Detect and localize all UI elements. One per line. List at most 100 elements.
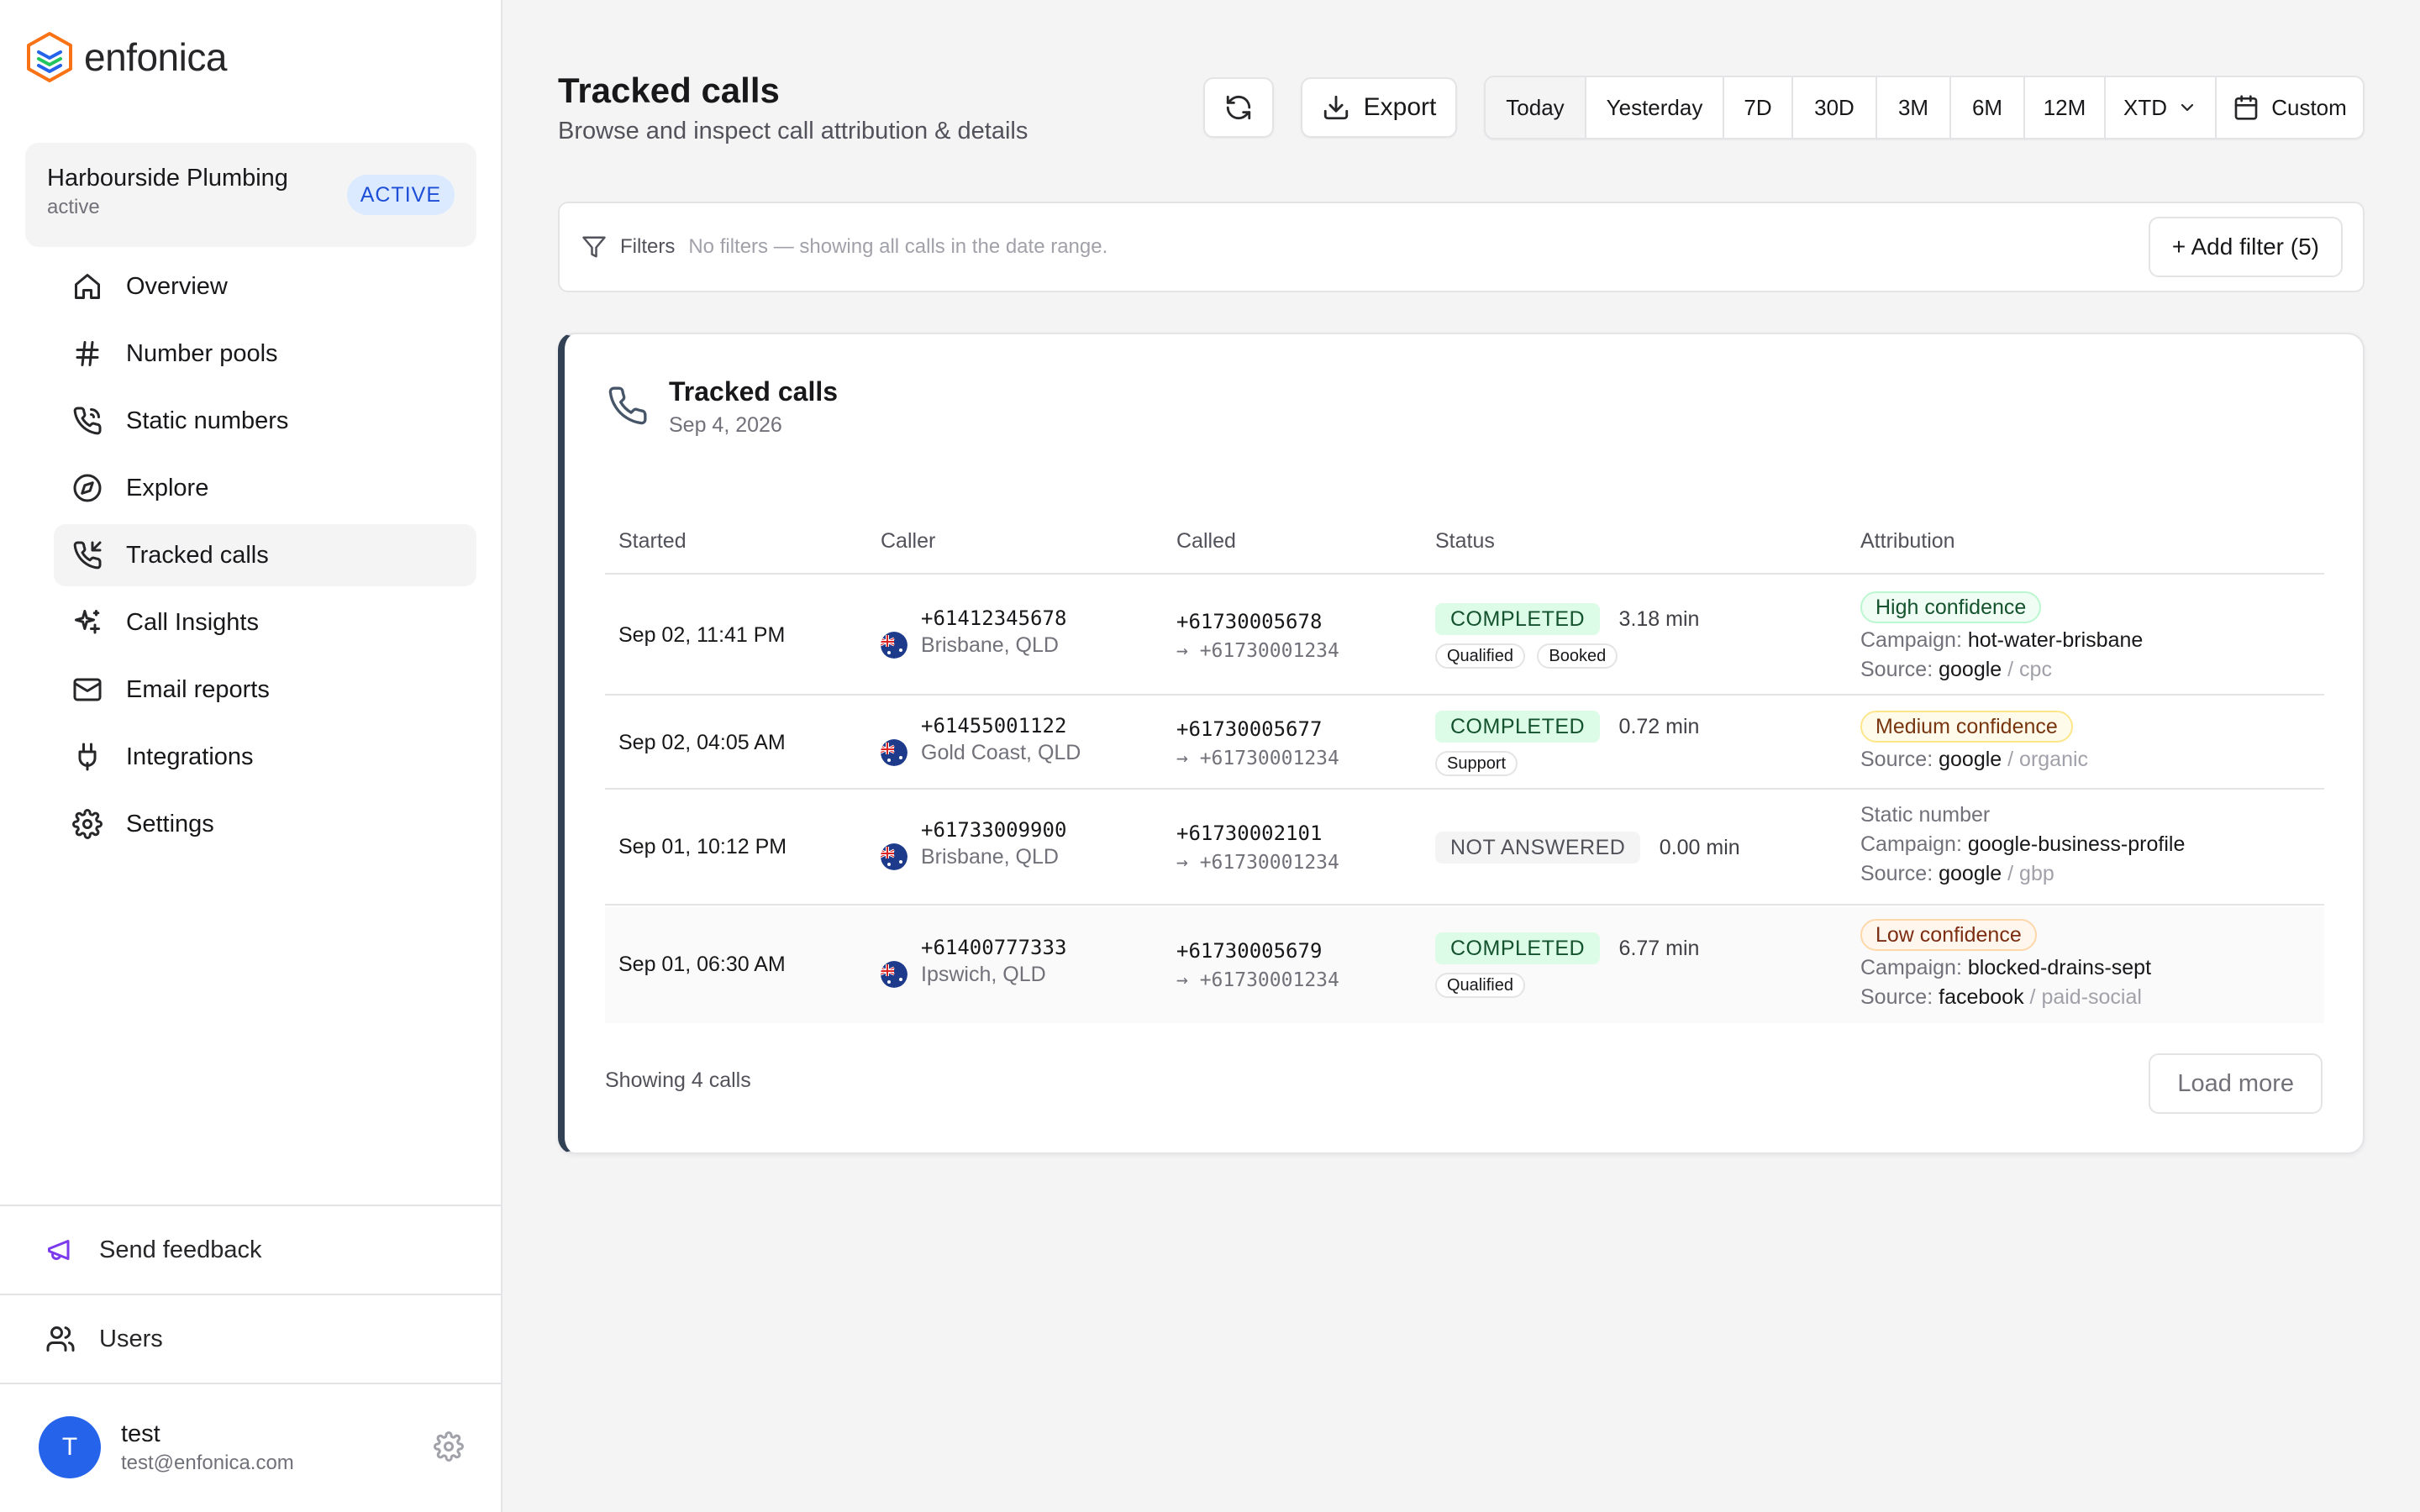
column-attribution[interactable]: Attribution bbox=[1860, 529, 1955, 554]
attribution-cell: Static number Campaign: google-business-… bbox=[1860, 803, 2185, 886]
table-row[interactable]: Sep 02, 11:41 PM +61412345678 Brisbane, … bbox=[605, 578, 2324, 696]
export-button[interactable]: Export bbox=[1301, 77, 1457, 138]
user-email: test@enfonica.com bbox=[121, 1451, 294, 1474]
nav-item-overview[interactable]: Overview bbox=[54, 255, 476, 318]
nav-label: Integrations bbox=[126, 743, 254, 770]
brand-logo[interactable]: enfonica bbox=[25, 30, 227, 84]
called-number: +61730002101 bbox=[1176, 822, 1323, 845]
load-more-button[interactable]: Load more bbox=[2149, 1053, 2323, 1114]
caller-number: +61455001122 bbox=[921, 714, 1067, 738]
call-duration: 0.72 min bbox=[1618, 715, 1700, 738]
brand-name: enfonica bbox=[84, 35, 227, 79]
range-6m[interactable]: 6M bbox=[1951, 77, 2025, 138]
table-row[interactable]: Sep 02, 04:05 AM +61455001122 Gold Coast… bbox=[605, 697, 2324, 790]
nav-item-number-pools[interactable]: Number pools bbox=[54, 323, 476, 385]
page-title: Tracked calls bbox=[558, 71, 780, 110]
status-badge: COMPLETED bbox=[1435, 603, 1601, 635]
user-settings-gear-icon[interactable] bbox=[434, 1431, 464, 1462]
download-icon bbox=[1323, 95, 1348, 120]
range-today[interactable]: Today bbox=[1486, 77, 1586, 138]
status-cell: NOT ANSWERED 0.00 min bbox=[1435, 832, 1740, 864]
nav-item-integrations[interactable]: Integrations bbox=[54, 726, 476, 788]
refresh-button[interactable] bbox=[1203, 77, 1274, 138]
table-header: Started Caller Called Status Attribution bbox=[605, 511, 2324, 575]
called-number: +61730005679 bbox=[1176, 939, 1323, 963]
medium-value: / cpc bbox=[2007, 658, 2052, 681]
caller-number: +61733009900 bbox=[921, 818, 1067, 842]
nav-item-explore[interactable]: Explore bbox=[54, 457, 476, 519]
called-cell: +61730005677 → +61730001234 bbox=[1176, 717, 1339, 769]
current-user: T test test@enfonica.com bbox=[0, 1383, 502, 1510]
attribution-cell: High confidence Campaign: hot-water-bris… bbox=[1860, 591, 2143, 682]
results-count: Showing 4 calls bbox=[605, 1068, 751, 1092]
nav-label: Overview bbox=[126, 272, 228, 300]
caller-number: +61400777333 bbox=[921, 936, 1067, 959]
send-feedback-button[interactable]: Send feedback bbox=[0, 1206, 502, 1294]
nav-item-static-numbers[interactable]: Static numbers bbox=[54, 390, 476, 452]
hash-icon bbox=[76, 341, 99, 366]
column-caller[interactable]: Caller bbox=[881, 529, 935, 554]
range-7d[interactable]: 7D bbox=[1724, 77, 1793, 138]
filter-icon bbox=[582, 236, 606, 258]
account-status-badge: ACTIVE bbox=[346, 175, 455, 215]
call-tag: Qualified bbox=[1435, 973, 1525, 998]
table-row[interactable]: Sep 01, 10:12 PM +61733009900 Brisbane, … bbox=[605, 791, 2324, 906]
table-row[interactable]: Sep 01, 06:30 AM +61400777333 Ipswich, Q… bbox=[605, 907, 2324, 1023]
range-custom[interactable]: Custom bbox=[2217, 77, 2363, 138]
source-value: facebook bbox=[1939, 985, 2024, 1009]
users-icon bbox=[46, 1326, 75, 1352]
calendar-icon bbox=[2234, 95, 2258, 120]
call-duration: 6.77 min bbox=[1618, 937, 1700, 960]
status-badge: NOT ANSWERED bbox=[1435, 832, 1641, 864]
campaign-label: Campaign: bbox=[1860, 956, 1962, 979]
column-started[interactable]: Started bbox=[618, 529, 687, 554]
nav-item-tracked-calls[interactable]: Tracked calls bbox=[54, 524, 476, 586]
column-called[interactable]: Called bbox=[1176, 529, 1236, 554]
gear-icon bbox=[72, 809, 103, 839]
user-profile[interactable]: T test test@enfonica.com bbox=[0, 1384, 502, 1510]
column-status[interactable]: Status bbox=[1435, 529, 1495, 554]
called-cell: +61730005679 → +61730001234 bbox=[1176, 939, 1339, 991]
nav-item-call-insights[interactable]: Call Insights bbox=[54, 591, 476, 654]
caller-number: +61412345678 bbox=[921, 606, 1067, 630]
sidebar-footer: Send feedback bbox=[0, 1205, 502, 1294]
source-label: Source: bbox=[1860, 862, 1933, 885]
range-12m[interactable]: 12M bbox=[2025, 77, 2106, 138]
confidence-badge: High confidence bbox=[1860, 591, 2042, 623]
range-3m[interactable]: 3M bbox=[1877, 77, 1951, 138]
static-number-label: Static number bbox=[1860, 803, 1991, 827]
source-label: Source: bbox=[1860, 658, 1933, 681]
avatar: T bbox=[39, 1416, 101, 1478]
users-label: Users bbox=[99, 1325, 163, 1352]
nav-item-settings[interactable]: Settings bbox=[54, 793, 476, 855]
enfonica-logo-icon bbox=[27, 32, 72, 82]
attribution-cell: Low confidence Campaign: blocked-drains-… bbox=[1860, 919, 2151, 1010]
tracked-calls-card: Tracked calls Sep 4, 2026 Started Caller… bbox=[558, 333, 2365, 1154]
sidebar: enfonica Harbourside Plumbing active ACT… bbox=[0, 0, 502, 1512]
range-custom-label: Custom bbox=[2271, 94, 2347, 120]
call-duration: 3.18 min bbox=[1618, 607, 1700, 631]
forward-number: → +61730001234 bbox=[1176, 640, 1339, 662]
caller-cell: +61400777333 Ipswich, QLD bbox=[881, 936, 1066, 988]
status-badge: COMPLETED bbox=[1435, 711, 1601, 743]
campaign-label: Campaign: bbox=[1860, 832, 1962, 856]
range-yesterday[interactable]: Yesterday bbox=[1586, 77, 1724, 138]
forward-number: → +61730001234 bbox=[1176, 969, 1339, 991]
source-value: google bbox=[1939, 658, 2002, 681]
forward-number: → +61730001234 bbox=[1176, 748, 1339, 769]
sparkles-icon bbox=[75, 610, 100, 634]
started-time: Sep 02, 04:05 AM bbox=[618, 731, 786, 754]
range-30d[interactable]: 30D bbox=[1793, 77, 1877, 138]
status-cell: COMPLETED 0.72 min Support bbox=[1435, 711, 1699, 776]
main-nav: Overview Number pools Static numbers Exp… bbox=[54, 255, 476, 860]
caller-location: Ipswich, QLD bbox=[921, 963, 1046, 986]
account-switcher[interactable]: Harbourside Plumbing active ACTIVE bbox=[25, 143, 476, 247]
nav-item-email-reports[interactable]: Email reports bbox=[54, 659, 476, 721]
users-button[interactable]: Users bbox=[0, 1295, 502, 1383]
card-title: Tracked calls bbox=[669, 376, 839, 407]
range-xtd-dropdown[interactable]: XTD bbox=[2106, 77, 2217, 138]
status-cell: COMPLETED 3.18 min Qualified Booked bbox=[1435, 603, 1699, 669]
au-flag-icon bbox=[881, 961, 908, 988]
add-filter-button[interactable]: + Add filter (5) bbox=[2148, 217, 2343, 277]
home-icon bbox=[75, 274, 100, 299]
